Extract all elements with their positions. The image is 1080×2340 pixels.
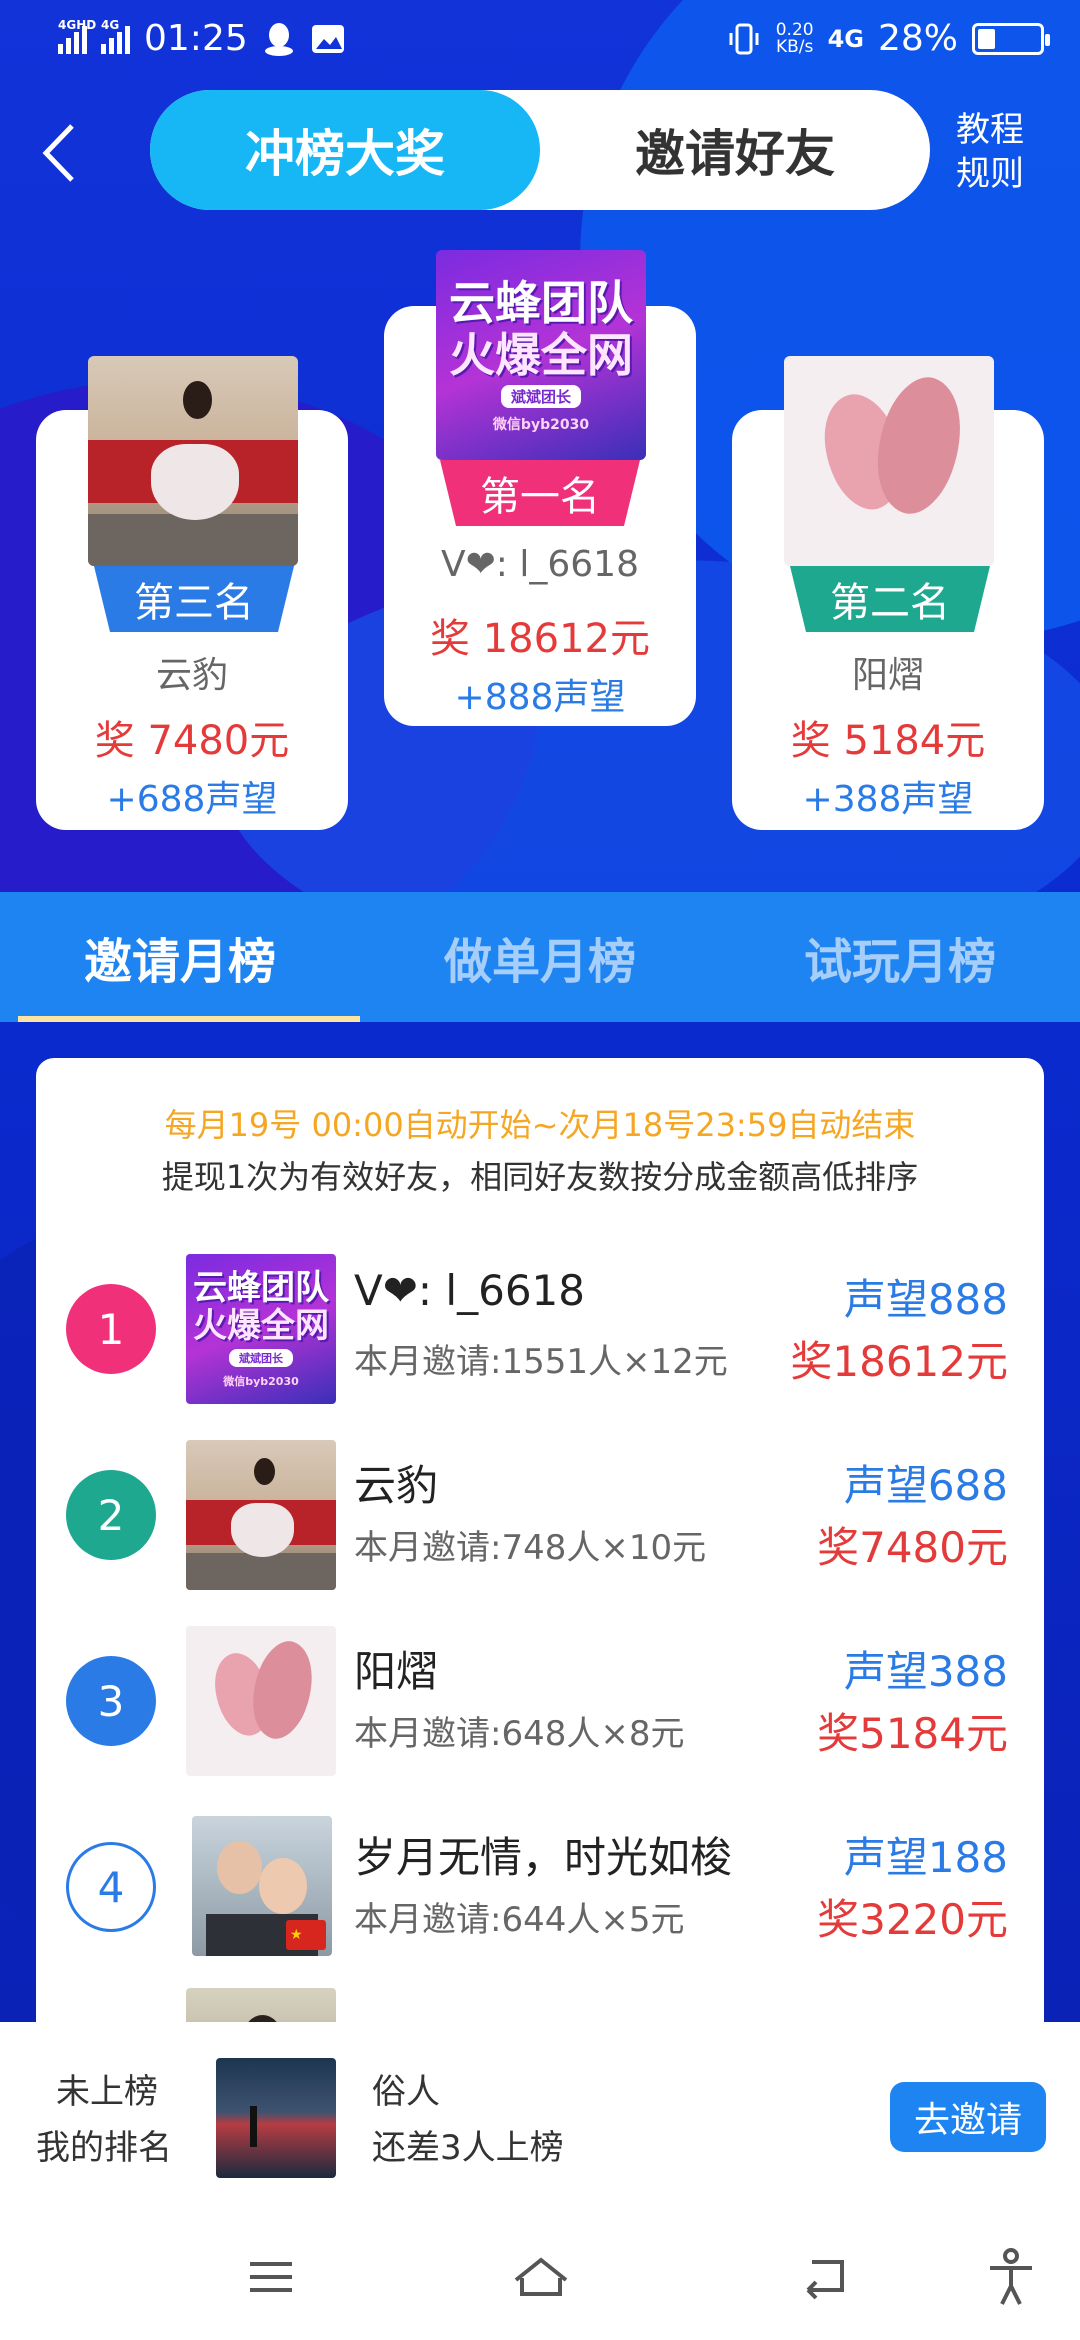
- invite-detail: 本月邀请:644人×5元: [354, 1900, 685, 1940]
- network-speed: 0.20 KB/s: [775, 19, 814, 57]
- podium-fame: +388声望: [802, 779, 974, 820]
- podium-name: V❤: l_6618: [441, 544, 639, 585]
- status-bar: 4GHD 4G 01:25 0.20 KB/s 4G 28%: [0, 0, 1080, 84]
- podium-fame: +688声望: [106, 779, 278, 820]
- table-row[interactable]: 2 云豹 本月邀请:748人×10元 声望688 奖7480元: [36, 1430, 1044, 1600]
- user-name: 阳熠: [354, 1647, 439, 1696]
- schedule-notice: 每月19号 00:00自动开始~次月18号23:59自动结束: [164, 1106, 916, 1144]
- rules-link[interactable]: 教程 规则: [956, 108, 1024, 196]
- tab-trial-monthly[interactable]: 试玩月榜: [720, 892, 1080, 1022]
- podium-prize: 奖 18612元: [430, 616, 650, 662]
- qq-icon: [264, 22, 293, 56]
- menu-icon[interactable]: [236, 2242, 306, 2312]
- gallery-icon: [311, 24, 344, 53]
- rank-badge: 2: [66, 1470, 156, 1560]
- prize-value: 奖7480元: [817, 1523, 1008, 1572]
- home-icon[interactable]: [506, 2242, 576, 2312]
- rank-ribbon: 第三名: [94, 566, 294, 632]
- avatar: [186, 1440, 336, 1590]
- table-row[interactable]: 1 云蜂团队 火爆全网 斌斌团长 微信byb2030 V❤: l_6618 本月…: [36, 1244, 1044, 1414]
- avatar: [784, 356, 994, 566]
- podium-card-third[interactable]: 第三名 云豹 奖 7480元 +688声望: [36, 356, 348, 830]
- china-flag-icon: ★: [286, 1920, 326, 1950]
- avatar: ★: [192, 1816, 332, 1956]
- fame-value: 声望188: [843, 1833, 1008, 1882]
- my-avatar: [216, 2058, 336, 2178]
- podium-prize: 奖 7480元: [94, 718, 290, 764]
- podium-name: 阳熠: [851, 655, 924, 696]
- prize-value: 奖3220元: [817, 1895, 1008, 1944]
- invite-detail: 本月邀请:648人×8元: [354, 1714, 685, 1754]
- avatar: [186, 1626, 336, 1776]
- vibrate-icon: [729, 23, 759, 54]
- system-nav-bar: [0, 2212, 1080, 2340]
- team-poster: 云蜂团队 火爆全网 斌斌团长 微信byb2030: [436, 250, 646, 460]
- battery-percent: 28%: [877, 18, 958, 59]
- prize-value: 奖18612元: [790, 1337, 1008, 1386]
- top-tab-bar: 冲榜大奖 邀请好友: [150, 90, 930, 210]
- rank-ribbon: 第一名: [440, 460, 640, 526]
- accessibility-icon[interactable]: [976, 2242, 1046, 2312]
- podium-name: 云豹: [155, 655, 228, 696]
- user-name: V❤: l_6618: [354, 1266, 585, 1315]
- avatar: [88, 356, 298, 566]
- fame-value: 声望688: [843, 1461, 1008, 1510]
- my-name: 俗人: [372, 2072, 440, 2112]
- avatar: 云蜂团队 火爆全网 斌斌团长 微信byb2030: [186, 1254, 336, 1404]
- rule-notice: 提现1次为有效好友，相同好友数按分成金额高低排序: [161, 1158, 919, 1196]
- invite-detail: 本月邀请:748人×10元: [354, 1528, 707, 1568]
- rank-ribbon: 第二名: [790, 566, 990, 632]
- rank-badge: 1: [66, 1284, 156, 1374]
- tab-orders-monthly[interactable]: 做单月榜: [360, 892, 720, 1022]
- invite-detail: 本月邀请:1551人×12元: [354, 1342, 728, 1382]
- clock: 01:25: [144, 18, 248, 59]
- my-gap: 还差3人上榜: [372, 2128, 564, 2168]
- battery-icon: [972, 22, 1050, 55]
- network-type: 4G: [827, 24, 864, 53]
- my-rank-bar: 未上榜 我的排名 俗人 还差3人上榜 去邀请: [0, 2022, 1080, 2212]
- rank-badge: 4: [66, 1842, 156, 1932]
- back-arrow-icon[interactable]: [34, 118, 84, 188]
- back-icon[interactable]: [790, 2242, 860, 2312]
- tab-invite-friends[interactable]: 邀请好友: [540, 90, 930, 210]
- podium-fame: +888声望: [454, 677, 626, 718]
- user-name: 云豹: [354, 1461, 439, 1510]
- signal-icon-2: 4G: [101, 18, 130, 54]
- my-rank-status: 未上榜: [56, 2072, 158, 2112]
- fame-value: 声望888: [843, 1275, 1008, 1324]
- ranking-panel: 每月19号 00:00自动开始~次月18号23:59自动结束 提现1次为有效好友…: [36, 1058, 1044, 2058]
- fame-value: 声望388: [843, 1647, 1008, 1696]
- section-tab-bar: 邀请月榜 做单月榜 试玩月榜: [0, 892, 1080, 1022]
- avatar: 云蜂团队 火爆全网 斌斌团长 微信byb2030: [436, 250, 646, 460]
- rank-badge: 3: [66, 1656, 156, 1746]
- table-row[interactable]: 4 ★ 岁月无情，时光如梭 本月邀请:644人×5元 声望188 奖3220元: [36, 1802, 1044, 1972]
- tab-ranking-prize[interactable]: 冲榜大奖: [150, 90, 540, 210]
- podium-prize: 奖 5184元: [790, 718, 986, 764]
- podium-card-second[interactable]: 第二名 阳熠 奖 5184元 +388声望: [732, 356, 1044, 830]
- my-rank-label: 我的排名: [36, 2128, 172, 2168]
- signal-icon: 4GHD: [58, 18, 96, 54]
- prize-value: 奖5184元: [817, 1709, 1008, 1758]
- tab-invite-monthly[interactable]: 邀请月榜: [0, 892, 360, 1022]
- user-name: 岁月无情，时光如梭: [354, 1833, 733, 1882]
- invite-button[interactable]: 去邀请: [890, 2082, 1046, 2152]
- table-row[interactable]: 3 阳熠 本月邀请:648人×8元 声望388 奖5184元: [36, 1616, 1044, 1786]
- podium-card-first[interactable]: 云蜂团队 火爆全网 斌斌团长 微信byb2030 第一名 V❤: l_6618 …: [384, 250, 696, 726]
